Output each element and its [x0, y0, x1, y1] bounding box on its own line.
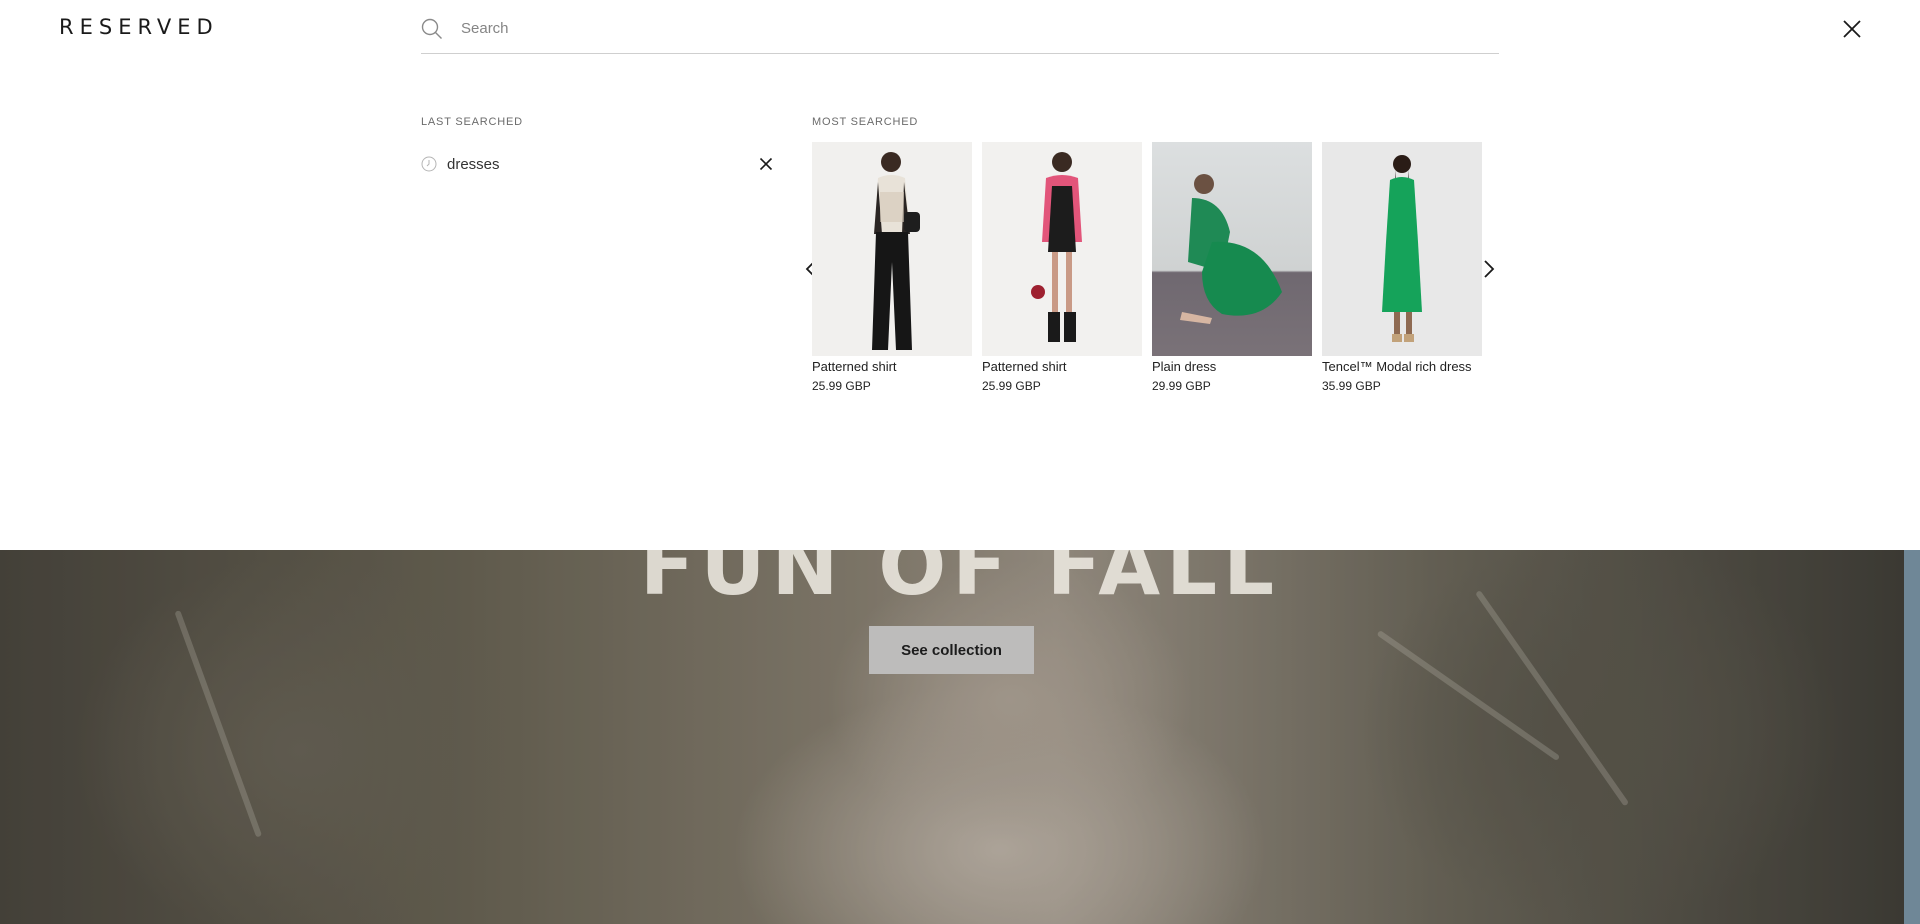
product-card[interactable]: Tencel™ Modal rich dress 35.99 GBP — [1322, 142, 1482, 393]
recent-search-item[interactable]: dresses — [421, 153, 773, 175]
logo[interactable]: RESERVED — [59, 15, 219, 39]
last-searched-heading: LAST SEARCHED — [421, 116, 523, 128]
product-carousel: Patterned shirt 25.99 GBP Patterned shir… — [812, 142, 1482, 402]
search-input[interactable] — [461, 20, 1499, 37]
product-photo — [1180, 174, 1282, 324]
product-name[interactable]: Tencel™ Modal rich dress — [1322, 359, 1482, 374]
product-name[interactable]: Patterned shirt — [982, 359, 1142, 374]
recent-search-text[interactable]: dresses — [447, 156, 500, 173]
product-price: 25.99 GBP — [982, 379, 1041, 393]
product-name[interactable]: Plain dress — [1152, 359, 1312, 374]
product-image[interactable] — [982, 142, 1142, 356]
product-image[interactable] — [1322, 142, 1482, 356]
hero-banner: FUN OF FALL See collection — [0, 550, 1920, 924]
clock-icon — [421, 156, 437, 172]
product-price: 25.99 GBP — [812, 379, 871, 393]
search-overlay: RESERVED LAST SEARCHED dresses MOST SEAR… — [0, 0, 1920, 550]
search-bar — [421, 7, 1499, 54]
product-photo — [1382, 155, 1422, 342]
product-card[interactable]: Patterned shirt 25.99 GBP — [982, 142, 1142, 393]
product-price: 29.99 GBP — [1152, 379, 1211, 393]
product-card[interactable]: Plain dress 29.99 GBP — [1152, 142, 1312, 393]
remove-recent-icon[interactable] — [759, 157, 773, 171]
search-icon — [421, 18, 442, 39]
close-icon[interactable] — [1841, 18, 1863, 40]
product-image[interactable] — [1152, 142, 1312, 356]
see-collection-button[interactable]: See collection — [869, 626, 1034, 674]
product-photo — [872, 152, 920, 350]
product-card[interactable]: Patterned shirt 25.99 GBP — [812, 142, 972, 393]
product-price: 35.99 GBP — [1322, 379, 1381, 393]
product-name[interactable]: Patterned shirt — [812, 359, 972, 374]
product-image[interactable] — [812, 142, 972, 356]
hero-title: FUN OF FALL — [639, 550, 1281, 613]
most-searched-heading: MOST SEARCHED — [812, 116, 919, 128]
chevron-right-icon[interactable] — [1481, 258, 1497, 280]
product-photo — [1031, 152, 1082, 342]
